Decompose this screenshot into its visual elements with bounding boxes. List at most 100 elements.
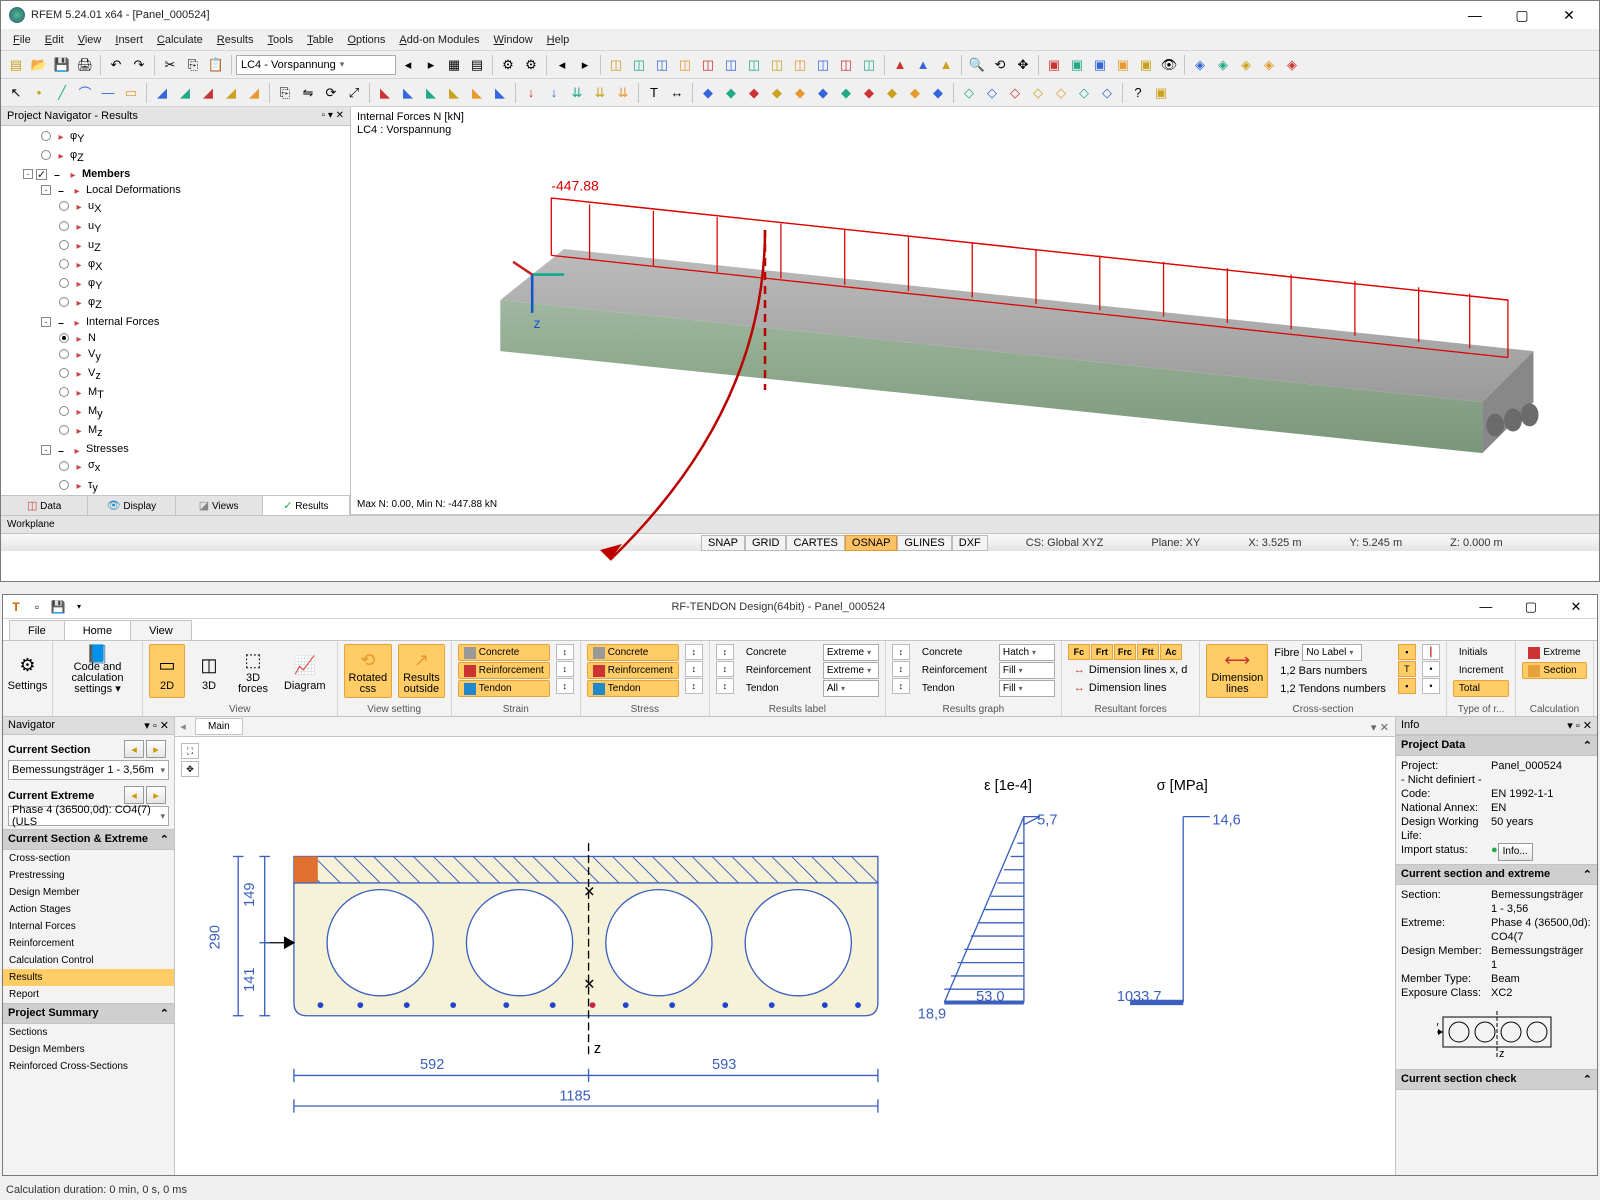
type-total-button[interactable]: Total: [1453, 680, 1509, 697]
help-icon[interactable]: ?: [1127, 82, 1149, 104]
navitem-action-stages[interactable]: Action Stages: [3, 901, 174, 918]
navitem-report[interactable]: Report: [3, 986, 174, 1003]
s-icon[interactable]: ◢: [243, 82, 265, 104]
v-icon[interactable]: ◇: [981, 82, 1003, 104]
qa-drop-icon[interactable]: ▾: [70, 598, 88, 616]
tree-item[interactable]: ▸uZ: [5, 237, 346, 256]
tendons-numbers-toggle[interactable]: 1,2 Tendons numbers: [1274, 680, 1392, 697]
strain-toggle[interactable]: ↕: [556, 678, 574, 694]
min-button[interactable]: —: [1453, 4, 1497, 26]
pan-icon[interactable]: ✥: [1012, 54, 1034, 76]
fibre-combo[interactable]: No Label: [1302, 644, 1362, 661]
viewset-button[interactable]: ⟲Rotated css: [344, 644, 393, 698]
close-button[interactable]: ✕: [1547, 4, 1591, 26]
navigator-tabs[interactable]: ◫ Data👁 Display◪ Views✓ Results: [1, 495, 350, 515]
force-frt-button[interactable]: Frt: [1091, 644, 1113, 660]
tree-item[interactable]: -⎯▸Internal Forces: [5, 314, 346, 330]
force-ftt-button[interactable]: Ftt: [1137, 644, 1159, 660]
projitem-reinforced-cross-sections[interactable]: Reinforced Cross-Sections: [3, 1058, 174, 1075]
toggle-icon[interactable]: ↕: [892, 678, 910, 694]
navtab-data[interactable]: ◫ Data: [1, 496, 88, 515]
view-3d-forces-button[interactable]: ⬚3D forces: [233, 644, 273, 698]
menu-calculate[interactable]: Calculate: [151, 32, 209, 48]
bars-numbers-toggle[interactable]: 1,2 Bars numbers: [1274, 662, 1392, 679]
navigator-pin-icon[interactable]: ▫ ▾ ✕: [322, 110, 345, 122]
arc-icon[interactable]: ⌒: [74, 82, 96, 104]
cs-opt-1[interactable]: ▪: [1398, 644, 1416, 660]
s-icon[interactable]: ◢: [151, 82, 173, 104]
scale-icon[interactable]: ⤢: [343, 82, 365, 104]
tool-icon[interactable]: ◫: [697, 54, 719, 76]
ribbon-tab-file[interactable]: File: [9, 620, 65, 640]
stress-toggle[interactable]: ↕: [685, 644, 703, 660]
settings-button[interactable]: ⚙Settings: [9, 644, 46, 698]
calc2-icon[interactable]: ⚙: [520, 54, 542, 76]
combo[interactable]: Hatch: [999, 644, 1055, 661]
v-icon[interactable]: ◆: [812, 82, 834, 104]
stress-toggle[interactable]: ↕: [685, 678, 703, 694]
collapse-icon[interactable]: ⌃: [1583, 739, 1592, 752]
v-icon[interactable]: ◆: [766, 82, 788, 104]
current-extreme-select[interactable]: Phase 4 (36500,0d): CO4(7)(ULS: [8, 806, 169, 826]
redo-icon[interactable]: ↷: [128, 54, 150, 76]
next-section-button[interactable]: ▸: [146, 740, 166, 758]
sel-icon[interactable]: ▣: [1089, 54, 1111, 76]
s-icon[interactable]: ◢: [197, 82, 219, 104]
tool-icon[interactable]: ▲: [889, 54, 911, 76]
load-icon[interactable]: ⇊: [589, 82, 611, 104]
tool-icon[interactable]: ◫: [628, 54, 650, 76]
s-icon[interactable]: ◣: [374, 82, 396, 104]
open-icon[interactable]: 📂: [28, 54, 50, 76]
calc-icon[interactable]: ⚙: [497, 54, 519, 76]
max-button[interactable]: ▢: [1500, 4, 1544, 26]
qa-new-icon[interactable]: ▫: [28, 598, 46, 616]
pointer-icon[interactable]: ↖: [5, 82, 27, 104]
combo[interactable]: Extreme: [823, 644, 879, 661]
main-tab[interactable]: Main: [195, 718, 243, 735]
prev-section-button[interactable]: ◂: [124, 740, 144, 758]
force-frc-button[interactable]: Frc: [1114, 644, 1136, 660]
toggle-icon[interactable]: ↕: [716, 661, 734, 677]
navitem-internal-forces[interactable]: Internal Forces: [3, 918, 174, 935]
cs-opt-6[interactable]: •: [1422, 678, 1440, 694]
dimension-lines-button[interactable]: ⟷Dimension lines: [1206, 644, 1268, 698]
load-icon[interactable]: ↓: [543, 82, 565, 104]
menu-help[interactable]: Help: [541, 32, 576, 48]
v-icon[interactable]: ◆: [881, 82, 903, 104]
v-icon[interactable]: ◆: [858, 82, 880, 104]
tree-item[interactable]: ▸uY: [5, 218, 346, 237]
right-icon[interactable]: ▸: [574, 54, 596, 76]
combo[interactable]: Extreme: [823, 662, 879, 679]
collapse-icon[interactable]: ⌃: [160, 1007, 169, 1020]
menu-results[interactable]: Results: [211, 32, 260, 48]
tab-close-icon[interactable]: ✕: [1380, 722, 1389, 734]
s-icon[interactable]: ◢: [174, 82, 196, 104]
prev-extreme-button[interactable]: ◂: [124, 786, 144, 804]
strain-reinforcement-toggle[interactable]: Reinforcement: [458, 662, 550, 679]
tree-item[interactable]: ▸φZ: [5, 294, 346, 313]
disp-icon[interactable]: ◈: [1281, 54, 1303, 76]
view-3d-button[interactable]: ◫3D: [191, 644, 227, 698]
v-icon[interactable]: ◆: [789, 82, 811, 104]
info-button[interactable]: Info...: [1498, 843, 1533, 861]
menu-options[interactable]: Options: [341, 32, 391, 48]
dimlines-toggle[interactable]: ↔Dimension lines: [1068, 679, 1193, 696]
projitem-sections[interactable]: Sections: [3, 1024, 174, 1041]
tool-icon[interactable]: ◫: [720, 54, 742, 76]
s-icon[interactable]: ◢: [220, 82, 242, 104]
tree-item[interactable]: ▸φY: [5, 128, 346, 147]
toggle-icon[interactable]: ↕: [892, 661, 910, 677]
toggle-icon[interactable]: ↕: [892, 644, 910, 660]
undo-icon[interactable]: ↶: [105, 54, 127, 76]
collapse-icon[interactable]: ⌃: [1583, 868, 1592, 881]
dimxd-toggle[interactable]: ↔Dimension lines x, d: [1068, 661, 1193, 678]
view-2d-button[interactable]: ▭2D: [149, 644, 185, 698]
tool-icon[interactable]: ◫: [605, 54, 627, 76]
menu-insert[interactable]: Insert: [109, 32, 149, 48]
tree-item[interactable]: -⎯▸Local Deformations: [5, 182, 346, 198]
viewset-button[interactable]: ↗Results outside: [398, 644, 445, 698]
collapse-icon[interactable]: ⌃: [160, 833, 169, 846]
rfem-viewport[interactable]: Internal Forces N [kN] LC4 : Vorspannung: [351, 107, 1599, 515]
ribbon-tab-home[interactable]: Home: [64, 620, 131, 640]
menu-file[interactable]: File: [7, 32, 37, 48]
